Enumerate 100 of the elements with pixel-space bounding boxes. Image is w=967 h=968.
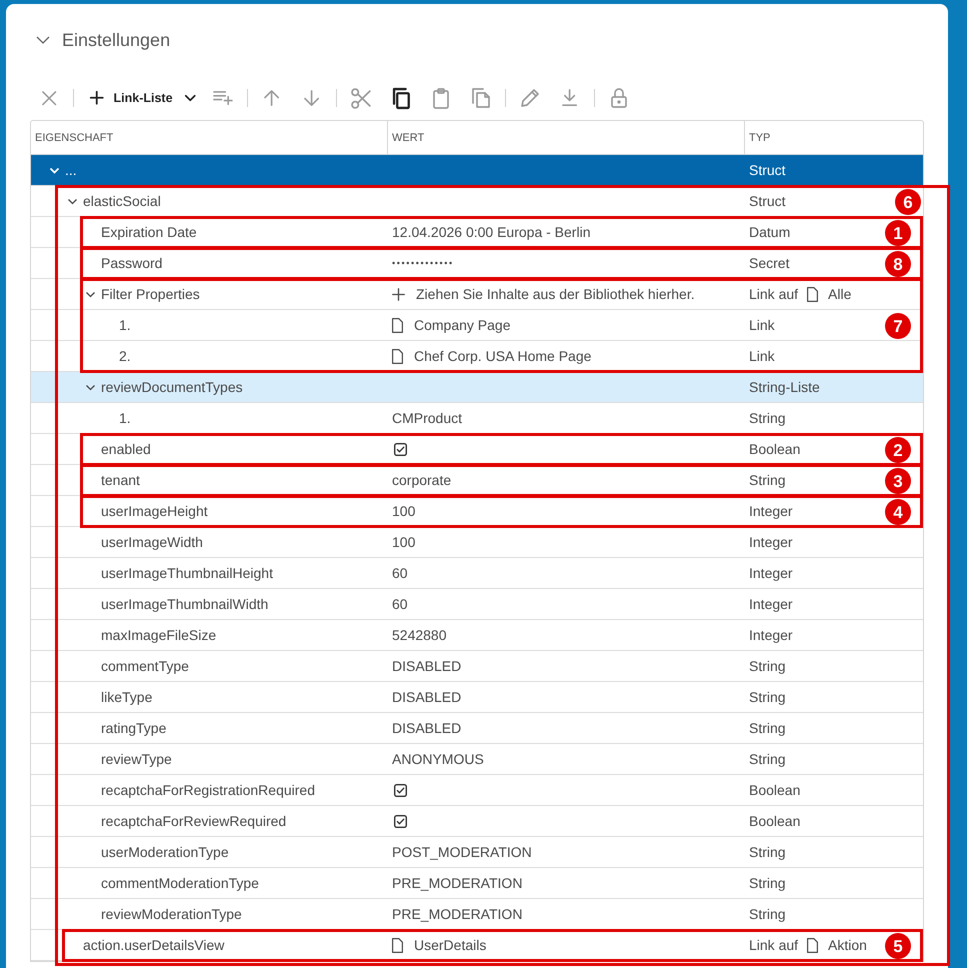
property-name: userImageThumbnailHeight [101, 565, 273, 581]
checkbox[interactable] [394, 784, 407, 796]
type-text: String [749, 720, 786, 736]
property-name: Filter Properties [101, 286, 200, 302]
arrow-up-icon [264, 90, 280, 106]
panel-title: Einstellungen [62, 30, 170, 50]
drop-hint: Ziehen Sie Inhalte aus der Bibliothek hierher. [416, 286, 695, 302]
type-text: Struct [749, 193, 786, 209]
type-text: Integer [749, 596, 793, 612]
value-text: DISABLED [392, 689, 462, 705]
document-link[interactable]: Company Page [414, 317, 511, 333]
download-icon [562, 89, 578, 107]
scissors-icon [351, 88, 371, 108]
value-text: PRE_MODERATION [392, 875, 522, 891]
type-text: Link [749, 317, 775, 333]
property-name: tenant [101, 472, 140, 488]
chevron-down-icon[interactable] [68, 198, 77, 204]
property-name: enabled [101, 441, 151, 457]
type-text: Integer [749, 534, 793, 550]
property-name: 1. [119, 410, 131, 426]
type-text: String [749, 410, 786, 426]
type-text: String [749, 751, 786, 767]
property-name: 1. [119, 317, 131, 333]
property-name: commentModerationType [101, 875, 259, 891]
value-text: 100 [392, 503, 416, 519]
type-text: Integer [749, 627, 793, 643]
value-text: DISABLED [392, 720, 462, 736]
value-text: CMProduct [392, 410, 462, 426]
property-name: reviewType [101, 751, 172, 767]
link-target-text: Aktion [828, 937, 867, 953]
type-text: Boolean [749, 813, 800, 829]
document-icon [392, 938, 403, 952]
value-text: ANONYMOUS [392, 751, 484, 767]
document-link[interactable]: Chef Corp. USA Home Page [414, 348, 592, 364]
property-name: Expiration Date [101, 224, 197, 240]
property-name: userImageThumbnailWidth [101, 596, 268, 612]
plus-icon [392, 288, 405, 300]
link-target-text: Alle [828, 286, 852, 302]
type-text: Datum [749, 224, 790, 240]
type-text: String [749, 689, 786, 705]
value-text: DISABLED [392, 658, 462, 674]
document-icon [392, 318, 403, 332]
checkbox[interactable] [394, 442, 407, 456]
type-text: String [749, 844, 786, 860]
table-row[interactable]: reviewDocumentTypes String-Liste [31, 372, 923, 403]
property-name: userImageHeight [101, 503, 208, 519]
property-name: reviewDocumentTypes [101, 379, 243, 395]
chevron-down-icon[interactable] [86, 384, 95, 390]
type-text: Integer [749, 565, 793, 581]
value-text: 12.04.2026 0:00 Europa - Berlin [392, 224, 590, 240]
clipboard-icon [433, 88, 450, 108]
document-icon [807, 938, 818, 952]
property-name: action.userDetailsView [83, 937, 224, 953]
pencil-icon [521, 89, 540, 107]
type-text: String [749, 875, 786, 891]
table-row[interactable]: ... Struct [31, 155, 923, 186]
type-text: String [749, 906, 786, 922]
type-text: Boolean [749, 441, 800, 457]
password-value: ••••••••••••• [392, 258, 454, 268]
add-menu-button[interactable]: Link-Liste [80, 81, 202, 115]
property-name: reviewModerationType [101, 906, 242, 922]
value-text: 60 [392, 565, 408, 581]
property-name: Password [101, 255, 162, 271]
property-name: likeType [101, 689, 152, 705]
property-name: ... [65, 162, 77, 178]
type-text: Boolean [749, 782, 800, 798]
list-plus-icon [213, 90, 233, 106]
property-name: 2. [119, 348, 131, 364]
column-header: EIGENSCHAFT [35, 132, 114, 144]
value-text: PRE_MODERATION [392, 906, 522, 922]
value-text: POST_MODERATION [392, 844, 532, 860]
value-text: corporate [392, 472, 452, 488]
column-header: TYP [749, 132, 770, 144]
plus-icon [90, 91, 104, 105]
type-text: String [749, 472, 786, 488]
value-text: 5242880 [392, 627, 447, 643]
property-name: recaptchaForRegistrationRequired [101, 782, 315, 798]
type-text: Struct [749, 162, 786, 178]
document-link[interactable]: UserDetails [414, 937, 486, 953]
property-name: ratingType [101, 720, 166, 736]
close-icon [42, 90, 56, 106]
checkbox[interactable] [394, 814, 407, 828]
document-icon [807, 286, 818, 302]
property-name: maxImageFileSize [101, 627, 216, 643]
lock-icon [611, 88, 628, 108]
type-text: Secret [749, 255, 790, 271]
column-header: WERT [392, 132, 424, 144]
property-name: elasticSocial [83, 193, 161, 209]
property-name: userModerationType [101, 844, 229, 860]
chevron-down-icon[interactable] [86, 292, 95, 296]
type-text: Link [749, 348, 775, 364]
type-text: String [749, 658, 786, 674]
type-text: Link auf [749, 286, 798, 302]
caret-icon [184, 95, 196, 101]
value-text: 100 [392, 534, 416, 550]
property-name: recaptchaForReviewRequired [101, 813, 286, 829]
arrow-down-icon [304, 90, 320, 106]
type-text: Link auf [749, 937, 798, 953]
chevron-down-icon[interactable] [36, 36, 50, 44]
value-text: 60 [392, 596, 408, 612]
